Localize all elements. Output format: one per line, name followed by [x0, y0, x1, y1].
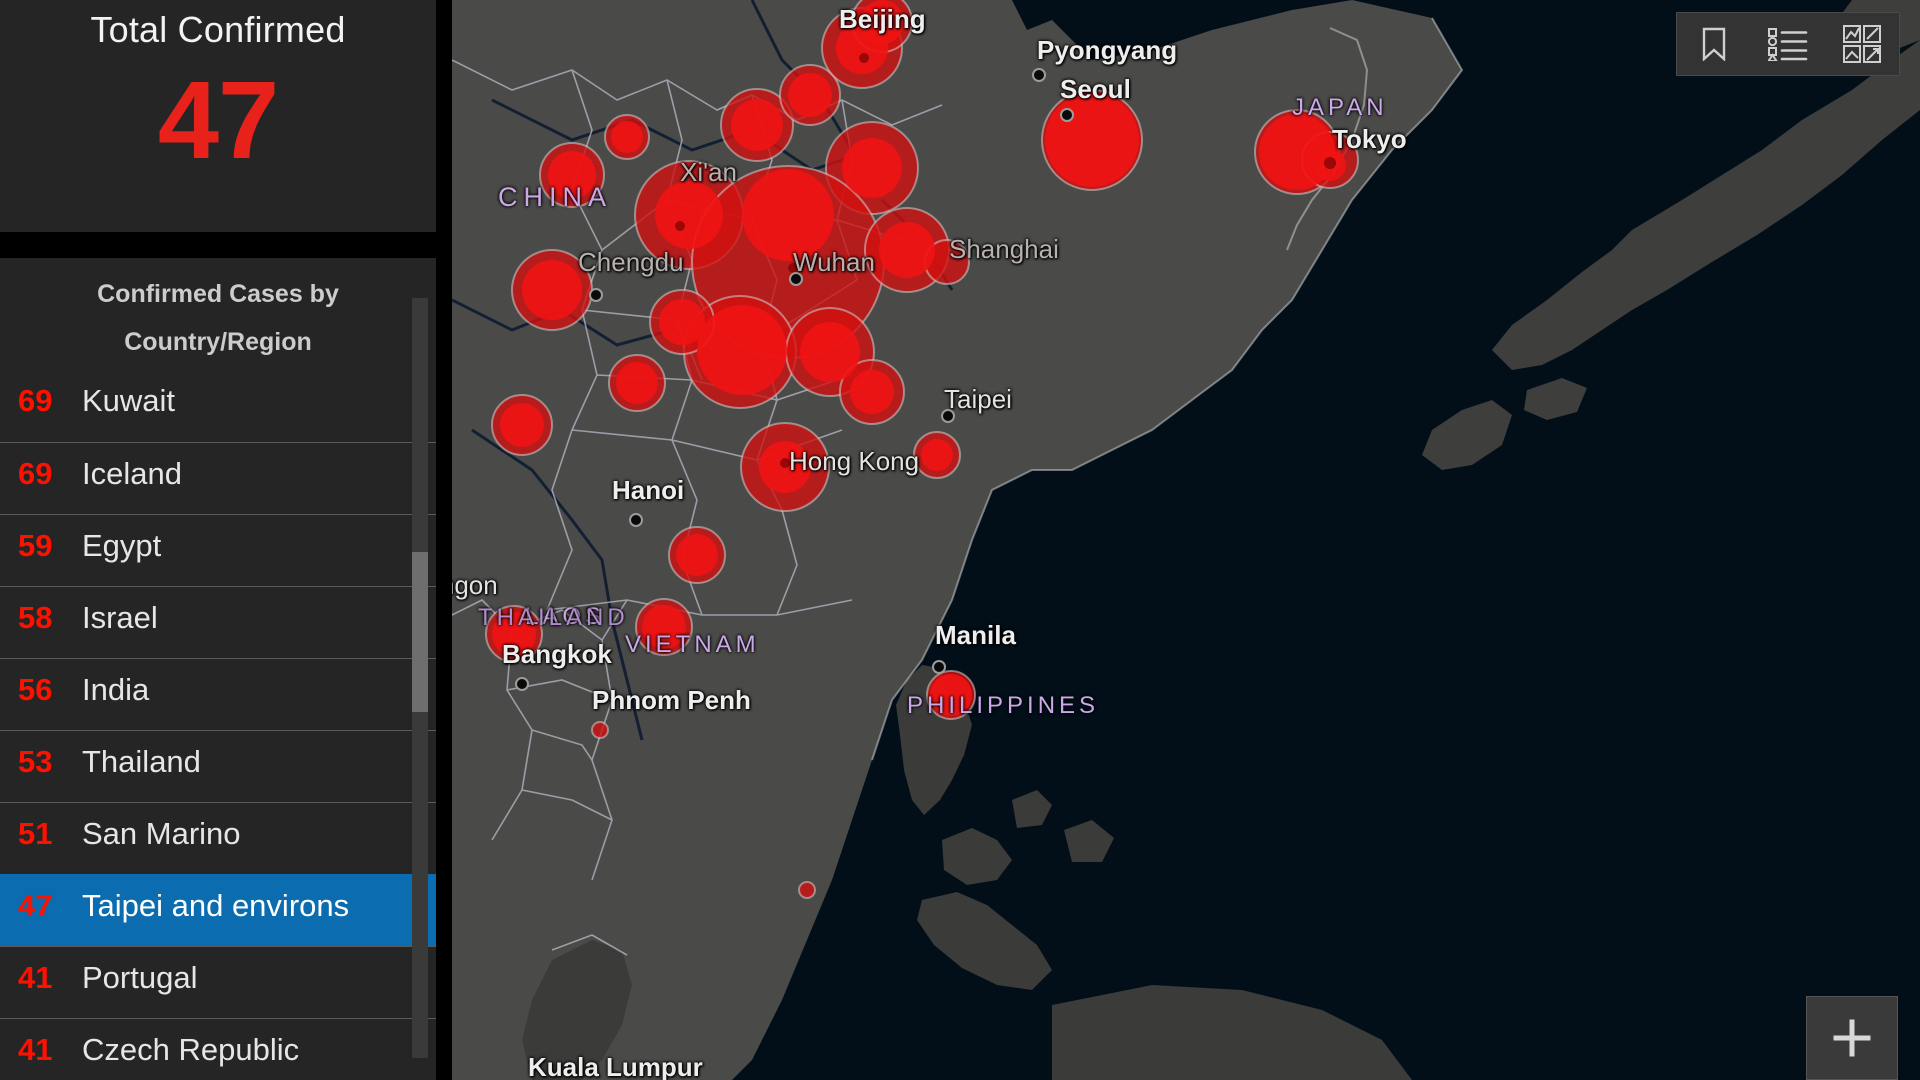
map-geography	[452, 0, 1920, 1080]
map-canvas[interactable]: Beijing Pyongyang Seoul Tokyo Xi'an Chengdu Wu…	[452, 0, 1920, 1080]
country-name: Kuwait	[82, 383, 176, 418]
country-name: Israel	[82, 600, 158, 635]
confirmed-cases-header: Confirmed Cases by Country/Region	[97, 280, 339, 356]
city-dot-pyongyang	[1032, 68, 1046, 82]
country-name: Czech Republic	[82, 1032, 300, 1067]
country-case-count: 59	[18, 528, 53, 563]
country-row[interactable]: 69 Kuwait	[0, 370, 436, 442]
layout-grid-icon[interactable]	[1839, 21, 1885, 67]
city-dot-manila	[932, 660, 946, 674]
country-case-count: 69	[18, 456, 53, 491]
country-name: Thailand	[82, 744, 201, 779]
country-case-count: 41	[18, 1032, 53, 1067]
country-row[interactable]: 58 Israel	[0, 586, 436, 658]
sidebar: Total Confirmed 47 Confirmed Cases by Co…	[0, 0, 436, 1080]
country-row[interactable]: 47 Taipei and environs	[0, 874, 436, 946]
confirmed-cases-panel: Confirmed Cases by Country/Region 69 Kuwa…	[0, 258, 436, 1080]
map-toolbar[interactable]	[1676, 12, 1900, 76]
bookmark-icon[interactable]	[1691, 21, 1737, 67]
country-name: Portugal	[82, 960, 198, 995]
legend-list-icon[interactable]	[1765, 21, 1811, 67]
country-case-count: 58	[18, 600, 53, 635]
country-case-count: 69	[18, 383, 53, 418]
country-list-scrollbar-thumb[interactable]	[412, 552, 428, 712]
city-dot-chengdu	[589, 288, 603, 302]
country-case-count: 56	[18, 672, 53, 707]
country-row[interactable]: 59 Egypt	[0, 514, 436, 586]
country-row[interactable]: 69 Iceland	[0, 442, 436, 514]
country-case-count: 51	[18, 816, 53, 851]
city-dot-wuhan	[789, 272, 803, 286]
country-case-count: 47	[18, 888, 53, 923]
country-name: Iceland	[82, 456, 182, 491]
country-row[interactable]: 41 Czech Republic	[0, 1018, 436, 1080]
zoom-in-button[interactable]	[1806, 996, 1898, 1080]
city-dot-bangkok	[515, 677, 529, 691]
country-case-count: 41	[18, 960, 53, 995]
country-list[interactable]: 69 Kuwait 69 Iceland 59 Egypt 58 Israel 56 India 5…	[0, 370, 436, 1080]
country-row[interactable]: 53 Thailand	[0, 730, 436, 802]
country-row[interactable]: 51 San Marino	[0, 802, 436, 874]
total-confirmed-value: 47	[157, 59, 279, 182]
covid-dashboard: Total Confirmed 47 Confirmed Cases by Co…	[0, 0, 1920, 1080]
country-case-count: 53	[18, 744, 53, 779]
country-name: India	[82, 672, 150, 707]
country-name: Egypt	[82, 528, 162, 563]
city-dot-hanoi	[629, 513, 643, 527]
country-name: San Marino	[82, 816, 241, 851]
total-confirmed-title: Total Confirmed	[90, 9, 346, 50]
country-list-scrollbar[interactable]	[412, 298, 428, 1058]
city-dot-seoul	[1060, 108, 1074, 122]
country-name: Taipei and environs	[82, 888, 350, 923]
city-dot-taipei	[941, 409, 955, 423]
country-row[interactable]: 56 India	[0, 658, 436, 730]
total-confirmed-panel: Total Confirmed 47	[0, 0, 436, 232]
country-row[interactable]: 41 Portugal	[0, 946, 436, 1018]
